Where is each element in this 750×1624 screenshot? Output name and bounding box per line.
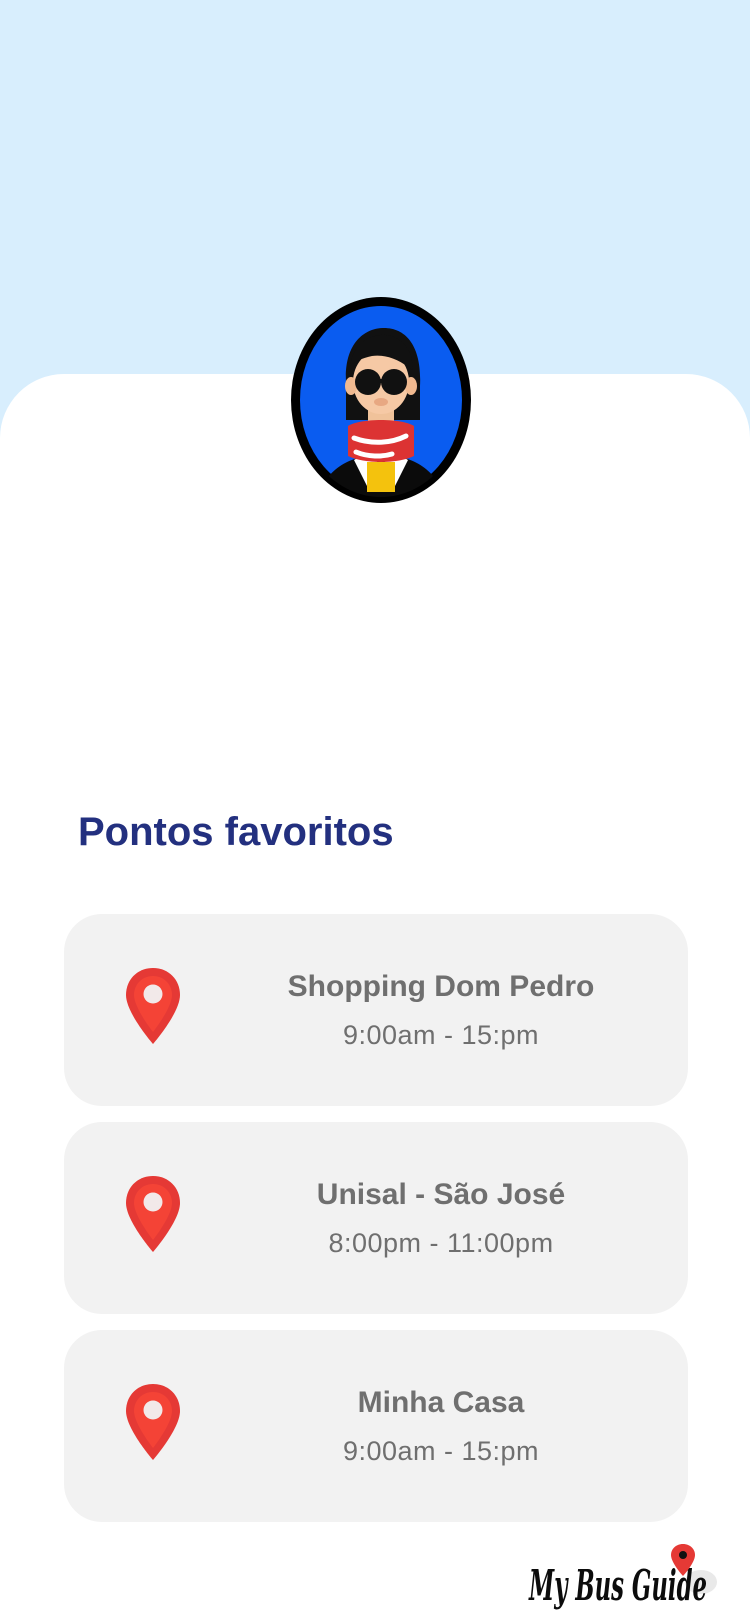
- favorites-title: Pontos favoritos: [78, 810, 394, 854]
- map-pin-icon: [124, 1174, 182, 1254]
- favorite-hours: 8:00pm - 11:00pm: [328, 1227, 554, 1258]
- favorite-hours: 9:00am - 15:pm: [342, 1019, 540, 1050]
- favorite-card-unisal-sao-jose[interactable]: Unisal - São José 8:00pm - 11:00pm: [64, 1122, 688, 1314]
- favorite-name: Shopping Dom Pedro: [287, 969, 595, 1003]
- favorite-card-text: Unisal - São José 8:00pm - 11:00pm: [214, 1122, 668, 1314]
- map-pin-icon: [124, 1382, 182, 1462]
- favorite-card-shopping-dom-pedro[interactable]: Shopping Dom Pedro 9:00am - 15:pm: [64, 914, 688, 1106]
- favorite-name: Minha Casa: [357, 1385, 525, 1419]
- my-bus-guide-logo: My Bus Guide: [525, 1538, 725, 1618]
- profile-avatar[interactable]: [288, 294, 474, 506]
- favorite-card-text: Minha Casa 9:00am - 15:pm: [214, 1330, 668, 1522]
- favorite-card-minha-casa[interactable]: Minha Casa 9:00am - 15:pm: [64, 1330, 688, 1522]
- user-avatar-illustration: [291, 297, 471, 503]
- favorite-card-text: Shopping Dom Pedro 9:00am - 15:pm: [214, 914, 668, 1106]
- favorite-name: Unisal - São José: [316, 1177, 566, 1211]
- map-pin-icon: [124, 966, 182, 1046]
- favorite-hours: 9:00am - 15:pm: [342, 1435, 540, 1466]
